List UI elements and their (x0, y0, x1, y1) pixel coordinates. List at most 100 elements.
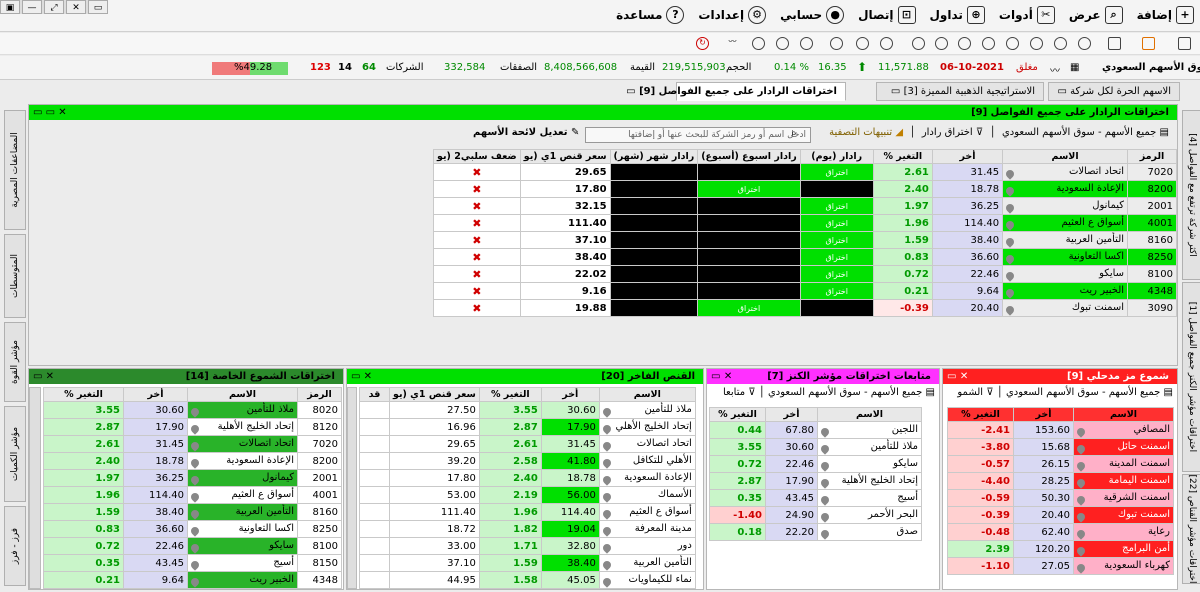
column-header[interactable]: التغير % (478, 387, 542, 402)
table-row[interactable]: إتحاد الخليج الأهلي 17.90 2.87 16.96 (359, 418, 696, 436)
pin-icon[interactable] (1004, 202, 1016, 214)
table-row[interactable]: 8120 إتحاد الخليج الأهلية 17.90 2.87 (43, 418, 342, 436)
column-header[interactable]: أخر (765, 407, 818, 422)
candle-icon[interactable] (935, 37, 948, 50)
refresh-icon[interactable]: ↻ (696, 37, 709, 50)
pin-icon[interactable] (189, 542, 201, 554)
pin-icon[interactable] (1004, 304, 1016, 316)
table-row[interactable]: 7020 اتحاد اتصالات 31.45 2.61 اختراق 29.65 ✖ (433, 163, 1177, 181)
side-tab-strength[interactable]: مؤشر القوة (4, 322, 26, 402)
column-header[interactable]: الرمز (1127, 149, 1177, 164)
market-name[interactable]: سوق الأسهم السعودي (1102, 62, 1200, 73)
table-row[interactable]: البحر الأحمر 24.90 1.40- (709, 506, 922, 524)
column-header[interactable]: ضعف سلبي2 (يو (433, 149, 521, 164)
pin-icon[interactable] (601, 457, 613, 469)
expand-icon[interactable]: ⤢ (44, 0, 64, 14)
pin-icon[interactable] (1004, 236, 1016, 248)
panel-window-icons[interactable]: ✕ ▭ ▭ (33, 105, 67, 120)
screen-icon[interactable]: ▭ (88, 0, 108, 14)
drop-icon[interactable] (958, 37, 971, 50)
table-row[interactable]: 8250 اكسا التعاونية 36.60 0.83 اختراق 38.40 ✖ (433, 248, 1177, 266)
column-header[interactable]: أخر (931, 149, 1004, 164)
edit-list-button[interactable]: ✎ تعديل لائحة الأسهم (473, 127, 579, 138)
pin-icon[interactable] (601, 525, 613, 537)
table-row[interactable]: 8160 التأمين العربية 38.40 1.59 (43, 503, 342, 521)
eye-icon[interactable] (1030, 37, 1043, 50)
grid-icon[interactable] (1178, 37, 1191, 50)
pin-icon[interactable] (1075, 562, 1087, 574)
table-row[interactable]: 7020 اتحاد اتصالات 31.45 2.61 (43, 435, 342, 453)
market-filter[interactable]: جميع الأسهم - سوق الأسهم السعودي (1006, 387, 1160, 398)
table-row[interactable]: 8100 سايكو 22.46 0.72 (43, 537, 342, 555)
table-row[interactable]: 8250 اكسا التعاونية 36.60 0.83 (43, 520, 342, 538)
pin-icon[interactable] (1004, 168, 1016, 180)
pin-icon[interactable] (189, 474, 201, 486)
column-header[interactable]: قد (359, 387, 390, 402)
pin-icon[interactable] (819, 511, 831, 523)
table-row[interactable]: دور 32.80 1.71 33.00 (359, 537, 696, 555)
pin-icon[interactable] (819, 477, 831, 489)
table-row[interactable]: كهرباء السعودية 27.05 1.10- (947, 557, 1174, 575)
clock-icon[interactable] (752, 37, 765, 50)
search-icon[interactable]: ⌕ (791, 128, 797, 139)
tab-radar[interactable]: اختراقات الرادار على جميع الفواصل [9] ▭ (626, 82, 846, 101)
pin-icon[interactable] (601, 542, 613, 554)
pin-icon[interactable] (601, 576, 613, 588)
record-icon[interactable] (1006, 37, 1019, 50)
column-header[interactable]: أخر (1013, 407, 1074, 422)
column-header[interactable]: التغير % (947, 407, 1014, 422)
pin-icon[interactable] (1075, 477, 1087, 489)
table-row[interactable]: اسمنت المدينة 26.15 0.57- (947, 455, 1174, 473)
pin-icon[interactable] (819, 494, 831, 506)
table-row[interactable]: اسمنت تبوك 20.40 0.39- (947, 506, 1174, 524)
panel-window-icons[interactable]: ✕ ▭ (711, 369, 732, 384)
close-icon[interactable]: ✖ (433, 299, 521, 317)
table-row[interactable]: 2001 كيمانول 36.25 1.97 اختراق 32.15 ✖ (433, 197, 1177, 215)
pin-icon[interactable] (601, 508, 613, 520)
column-header[interactable]: رادار (يوم) (799, 149, 874, 164)
table-row[interactable]: اسمنت الشرقية 50.30 0.59- (947, 489, 1174, 507)
pin-icon[interactable] (189, 406, 201, 418)
side-tab-wave[interactable]: اختراقات مؤشر القناص [22] (1182, 474, 1200, 584)
dial-icon[interactable] (982, 37, 995, 50)
alerts-button[interactable]: تنبيهات التصفية (829, 127, 892, 138)
column-header[interactable]: التغير % (43, 387, 124, 402)
table-row[interactable]: اسمنت حائل 15.68 3.80- (947, 438, 1174, 456)
follow-filter[interactable]: متابعا (723, 387, 745, 398)
table-row[interactable]: اللجين 67.80 0.44 (709, 421, 922, 439)
panel-window-icons[interactable]: ✕ ▭ (33, 369, 54, 384)
table-row[interactable]: 2001 كيمانول 36.25 1.97 (43, 469, 342, 487)
menu-help[interactable]: ? مساعدة (616, 6, 685, 24)
alarm-icon[interactable] (776, 37, 789, 50)
table-row[interactable]: الأهلي للتكافل 41.80 2.58 39.20 (359, 452, 696, 470)
market-filter[interactable]: جميع الأسهم - سوق الأسهم السعودي (768, 387, 922, 398)
pin-icon[interactable] (819, 426, 831, 438)
close-icon[interactable]: ✖ (433, 163, 521, 181)
radar-filter[interactable]: اختراق رادار (922, 127, 973, 138)
close-icon[interactable]: ✖ (433, 265, 521, 283)
table-row[interactable]: 8150 أسيج 43.45 0.35 (43, 554, 342, 572)
pin-icon[interactable] (1075, 460, 1087, 472)
search-input[interactable]: ادخل اسم أو رمز الشركة للبحث عنها أو إضا… (585, 127, 811, 143)
bulb-icon[interactable] (1078, 37, 1091, 50)
table-row[interactable]: مدينة المعرفة 19.04 1.82 18.72 (359, 520, 696, 538)
pin-icon[interactable] (1075, 443, 1087, 455)
panel-window-icons[interactable]: ✕ ▭ (947, 369, 968, 384)
users-icon[interactable] (830, 37, 843, 50)
column-header[interactable]: الاسم (1073, 407, 1174, 422)
table-row[interactable]: أمن البرامج 120.20 2.39 (947, 540, 1174, 558)
close-icon[interactable]: ✖ (433, 248, 521, 266)
pin-icon[interactable] (1004, 185, 1016, 197)
monitor-icon[interactable] (1108, 37, 1121, 50)
pin-icon[interactable] (189, 525, 201, 537)
column-header[interactable]: الاسم (598, 387, 696, 402)
pin-icon[interactable] (1075, 528, 1087, 540)
table-row[interactable]: اتحاد اتصالات 31.45 2.61 29.65 (359, 435, 696, 453)
star-icon[interactable] (912, 37, 925, 50)
pin-icon[interactable] (601, 491, 613, 503)
table-row[interactable]: 8200 الإعادة السعودية 18.78 2.40 اختراق 17.80… (433, 180, 1177, 198)
side-tab-quantities[interactable]: مؤشر الكميات (4, 406, 26, 502)
minimize-icon[interactable]: — (22, 0, 42, 14)
pin-icon[interactable] (601, 474, 613, 486)
panel-window-icons[interactable]: ✕ ▭ (351, 369, 372, 384)
